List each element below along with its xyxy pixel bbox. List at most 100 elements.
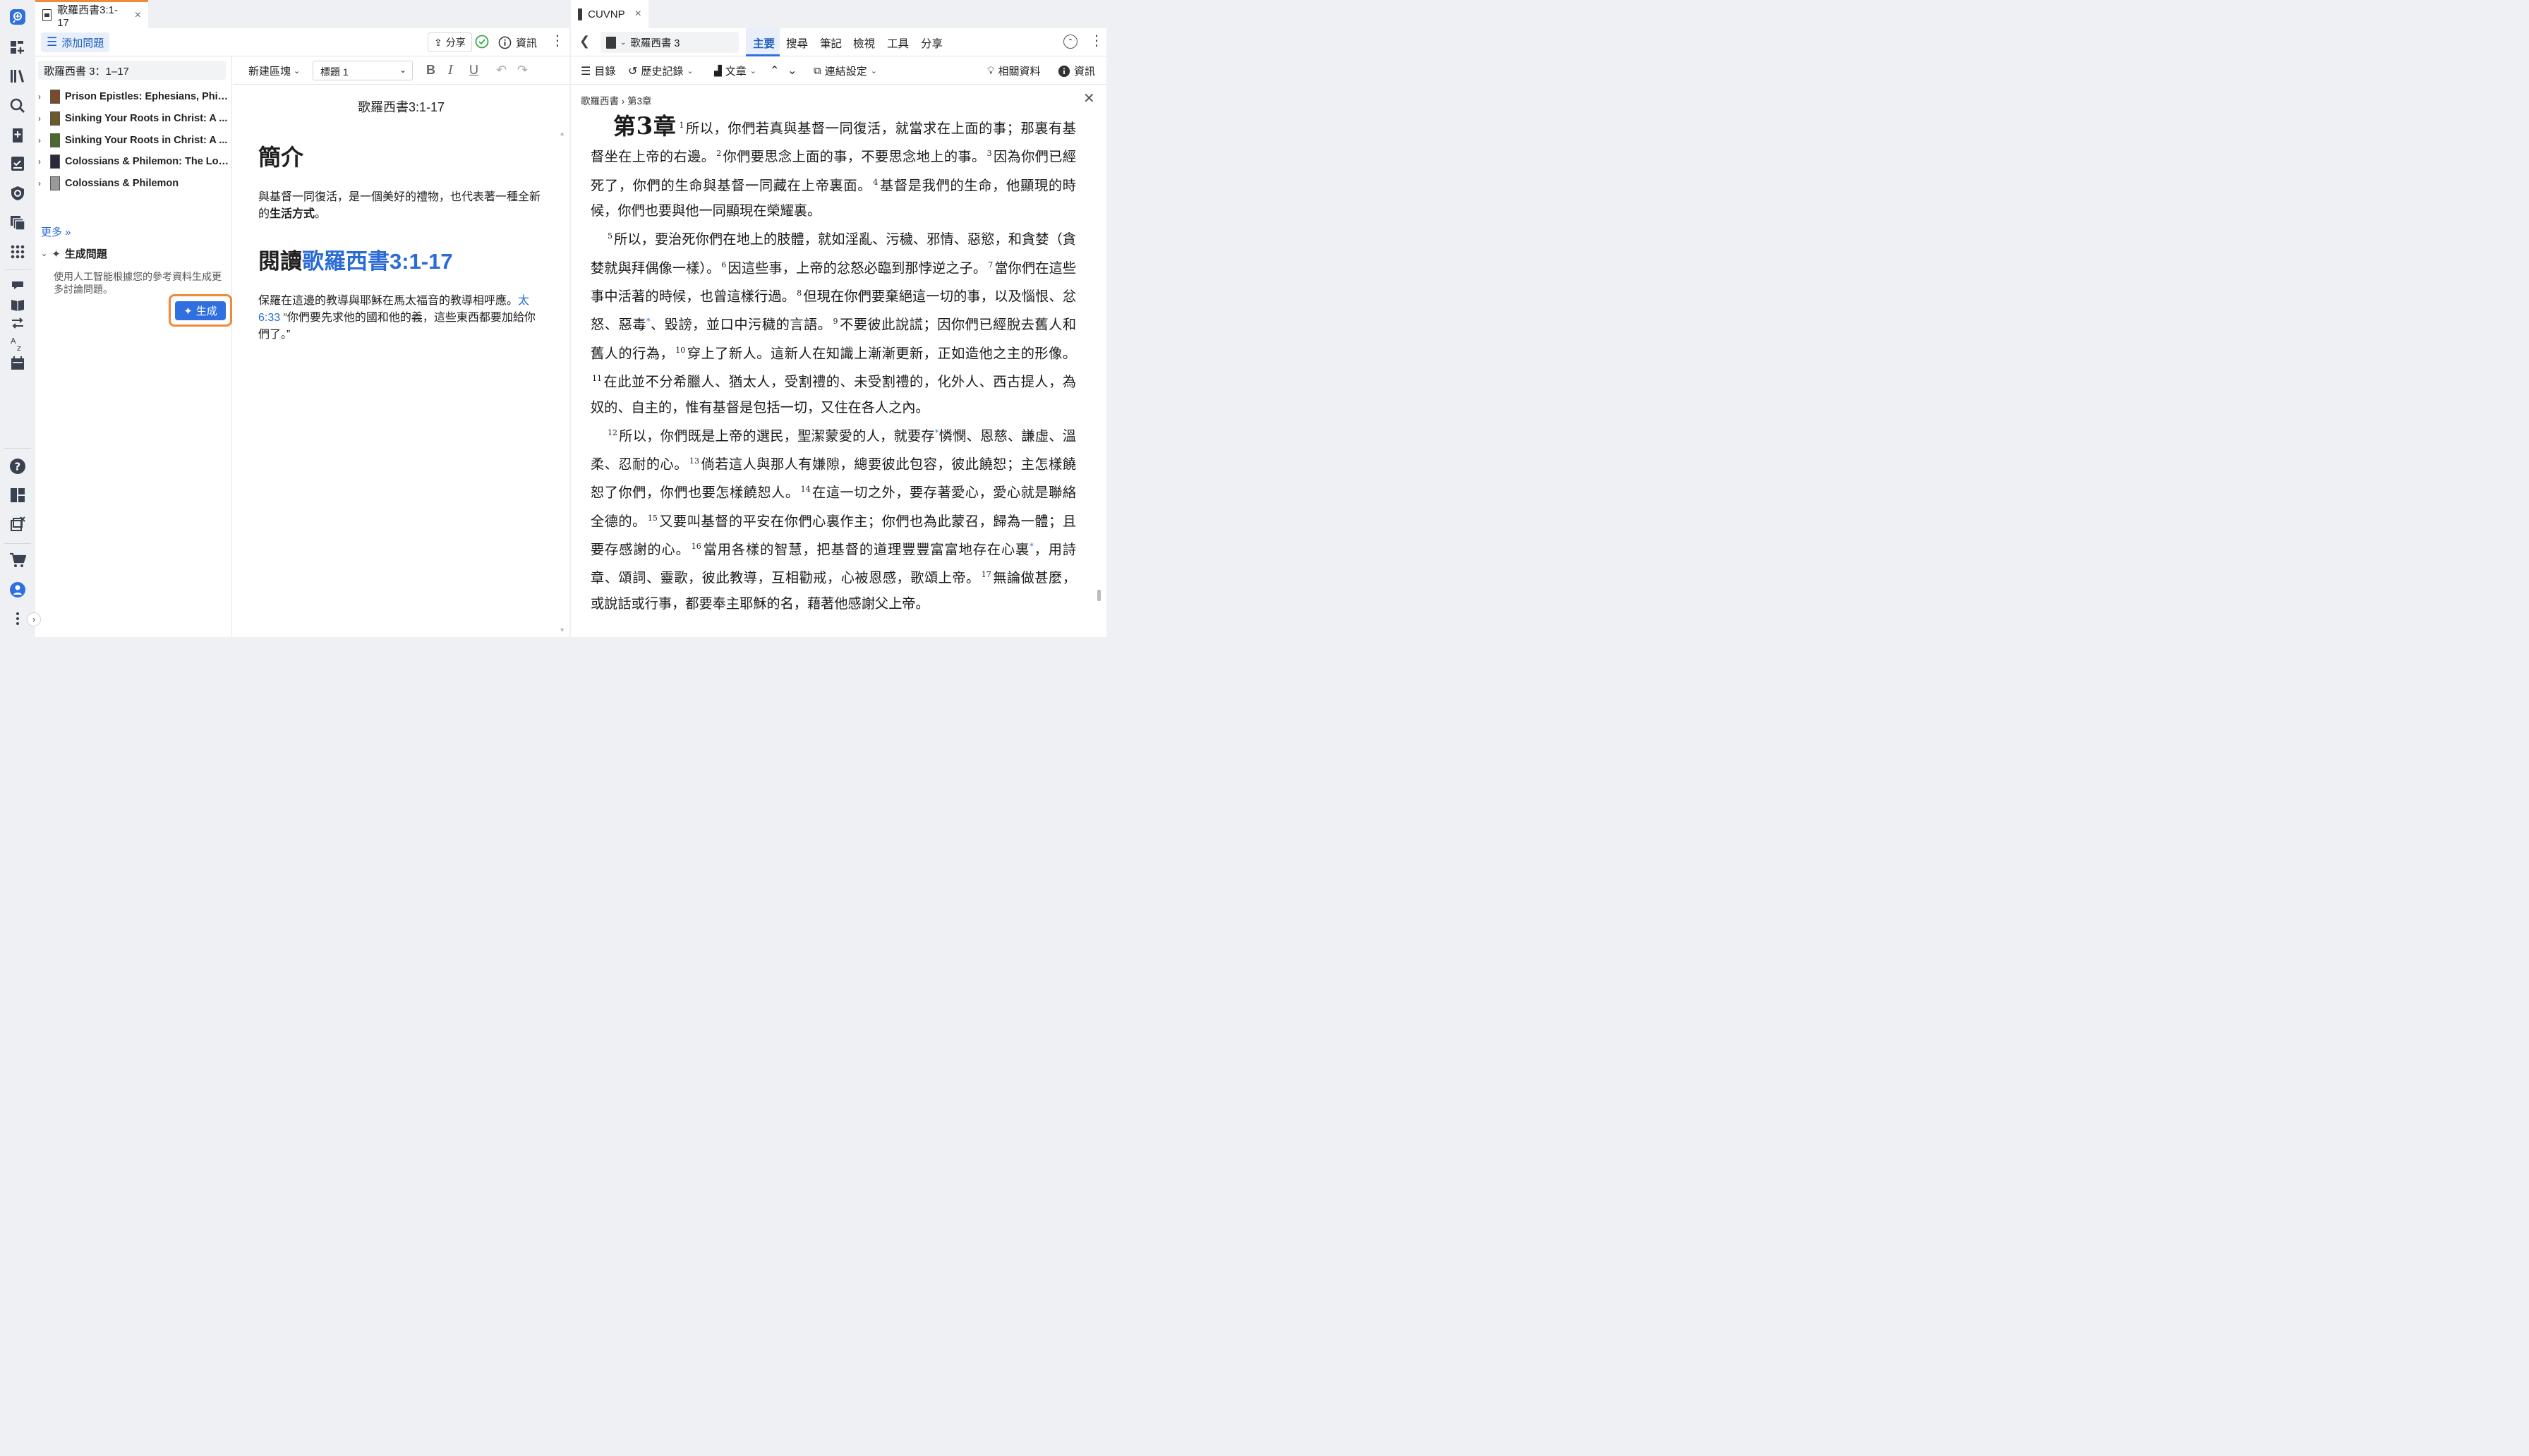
panel-toolbar: ☰ 添加問題 ⇪ 分享 資訊 ⋮	[35, 28, 569, 56]
italic-icon[interactable]: I	[448, 63, 453, 78]
heading-intro[interactable]: 簡介	[258, 140, 303, 172]
resource-item[interactable]: › Colossians & Philemon: The Lor...	[38, 151, 230, 173]
cart-icon[interactable]	[8, 550, 28, 570]
passage-field[interactable]: 歌羅西書 3：1–17	[38, 61, 226, 80]
verse-number[interactable]: 4	[873, 178, 878, 187]
collapse-up-icon[interactable]: ⌃	[1063, 35, 1078, 49]
user-avatar-icon[interactable]	[8, 580, 28, 600]
history-button[interactable]: ↺ 歷史記錄 ⌄	[628, 63, 694, 78]
help-icon[interactable]: ?	[8, 456, 28, 476]
next-button[interactable]: ⌄	[787, 63, 797, 78]
style-select[interactable]: 標題 1 ⌄	[313, 61, 413, 80]
tab-study-guide[interactable]: 歌羅西書3:1-17 ×	[35, 0, 148, 29]
verse-number[interactable]: 10	[675, 346, 685, 355]
undo-icon[interactable]: ↶	[496, 63, 507, 78]
breadcrumb-chapter[interactable]: 第3章	[627, 96, 652, 107]
verse-number[interactable]: 2	[716, 149, 721, 158]
layers-icon[interactable]	[8, 213, 28, 233]
swap-icon[interactable]	[8, 313, 28, 333]
bold-icon[interactable]: B	[426, 63, 435, 78]
close-icon[interactable]: ×	[135, 9, 141, 22]
share-button[interactable]: ⇪ 分享	[428, 32, 472, 52]
layout-icon[interactable]	[8, 485, 28, 505]
link-settings-button[interactable]: ⧉ 連結設定 ⌄	[814, 63, 877, 78]
chevron-right-icon[interactable]: ›	[38, 92, 45, 102]
scrollbar-thumb[interactable]	[1097, 590, 1101, 601]
intro-paragraph[interactable]: 與基督一同復活，是一個美好的禮物，也代表著一種全新的生活方式。	[258, 189, 541, 223]
redo-icon[interactable]: ↷	[517, 63, 528, 78]
tab-tools[interactable]: 工具	[887, 35, 909, 51]
tab-share[interactable]: 分享	[921, 35, 943, 51]
verse-number[interactable]: 3	[987, 149, 992, 158]
info-button[interactable]: 資訊	[498, 32, 537, 52]
guides-icon[interactable]	[8, 183, 28, 203]
underline-icon[interactable]: U	[469, 63, 478, 78]
verse-number[interactable]: 11	[592, 374, 602, 383]
dashboard-add-icon[interactable]	[8, 37, 28, 57]
close-all-icon[interactable]	[8, 514, 28, 534]
calendar-icon[interactable]	[8, 353, 28, 373]
tab-bible[interactable]: CUVNP ×	[571, 0, 648, 28]
verse-number[interactable]: 15	[648, 514, 658, 523]
verse-number[interactable]: 9	[833, 317, 838, 326]
sort-az-icon[interactable]: Az	[8, 334, 28, 353]
verse-number[interactable]: 12	[608, 428, 617, 437]
generate-questions-heading[interactable]: ⌄ ✦ 生成問題	[41, 246, 107, 261]
verse-number[interactable]: 17	[982, 570, 991, 579]
more-link[interactable]: 更多 »	[41, 224, 71, 239]
verse-number[interactable]: 14	[801, 485, 811, 494]
resource-item[interactable]: › Sinking Your Roots in Christ: A ...	[38, 108, 230, 130]
previous-button[interactable]: ⌃	[770, 63, 779, 78]
verse-number[interactable]: 13	[689, 456, 699, 466]
open-book-icon[interactable]	[8, 295, 28, 315]
scroll-down-icon[interactable]: ▼	[559, 626, 565, 633]
library-icon[interactable]	[8, 66, 28, 86]
tab-notes[interactable]: 筆記	[820, 35, 842, 51]
more-options-icon[interactable]: ⋮	[1090, 34, 1104, 48]
generate-button[interactable]: ✦ 生成	[175, 301, 226, 320]
apps-grid-icon[interactable]	[8, 242, 28, 262]
tab-main[interactable]: 主要	[753, 35, 775, 51]
more-vertical-icon[interactable]	[8, 609, 28, 629]
tab-view[interactable]: 檢視	[853, 35, 875, 51]
logos-search-icon[interactable]	[8, 7, 28, 27]
document-title[interactable]: 歌羅西書3:1-17	[233, 97, 569, 116]
new-block-menu[interactable]: 新建區塊 ⌄	[248, 63, 300, 78]
close-icon[interactable]: ✕	[1083, 90, 1095, 107]
verse-number[interactable]: 7	[988, 260, 993, 269]
breadcrumb-book[interactable]: 歌羅西書	[581, 96, 619, 107]
verse-number[interactable]: 8	[797, 289, 802, 298]
chevron-right-icon[interactable]: ›	[38, 178, 45, 188]
chevron-right-icon[interactable]: ›	[38, 157, 45, 166]
add-document-icon[interactable]	[8, 126, 28, 145]
toc-button[interactable]: ☰ 目錄	[581, 63, 615, 78]
verse-number[interactable]: 1	[679, 121, 684, 130]
paragraph-bold-text: 生活方式	[270, 208, 315, 220]
verse-number[interactable]: 16	[692, 542, 701, 551]
related-button[interactable]: 💡︎ 相關資料	[987, 63, 1041, 78]
related-label: 相關資料	[998, 66, 1041, 78]
chat-icon[interactable]	[8, 276, 28, 296]
heading-reading[interactable]: 閱讀歌羅西書3:1-17	[258, 243, 453, 275]
resource-item[interactable]: › Colossians & Philemon	[38, 173, 230, 195]
chevron-right-icon[interactable]: ›	[38, 114, 45, 123]
close-icon[interactable]: ×	[635, 8, 641, 20]
back-icon[interactable]: ❮	[579, 34, 590, 49]
book-selector[interactable]: ⌄ 歌羅西書 3	[600, 32, 739, 53]
passage-link[interactable]: 歌羅西書3:1-17	[302, 249, 453, 274]
expand-rail-button[interactable]: ›	[27, 612, 41, 626]
search-icon[interactable]	[8, 96, 28, 116]
verse-number[interactable]: 6	[721, 260, 726, 269]
text-button[interactable]: ▟ 文章 ⌄	[714, 63, 756, 78]
chevron-right-icon[interactable]: ›	[38, 135, 45, 145]
info-button[interactable]: 資訊	[1058, 63, 1095, 78]
checklist-icon[interactable]	[8, 154, 28, 174]
resource-item[interactable]: › Prison Epistles: Ephesians, Phili...	[38, 86, 230, 108]
verse-number[interactable]: 5	[608, 231, 612, 241]
resource-item[interactable]: › Sinking Your Roots in Christ: A ...	[38, 129, 230, 151]
more-options-icon[interactable]: ⋮	[550, 34, 565, 48]
scroll-up-icon[interactable]: ▲	[559, 130, 565, 137]
tab-search[interactable]: 搜尋	[786, 35, 808, 51]
add-question-button[interactable]: ☰ 添加問題	[41, 32, 110, 52]
reading-paragraph[interactable]: 保羅在這邊的教導與耶穌在馬太福音的教導相呼應。太6:33 “你們要先求他的國和他…	[258, 293, 541, 344]
